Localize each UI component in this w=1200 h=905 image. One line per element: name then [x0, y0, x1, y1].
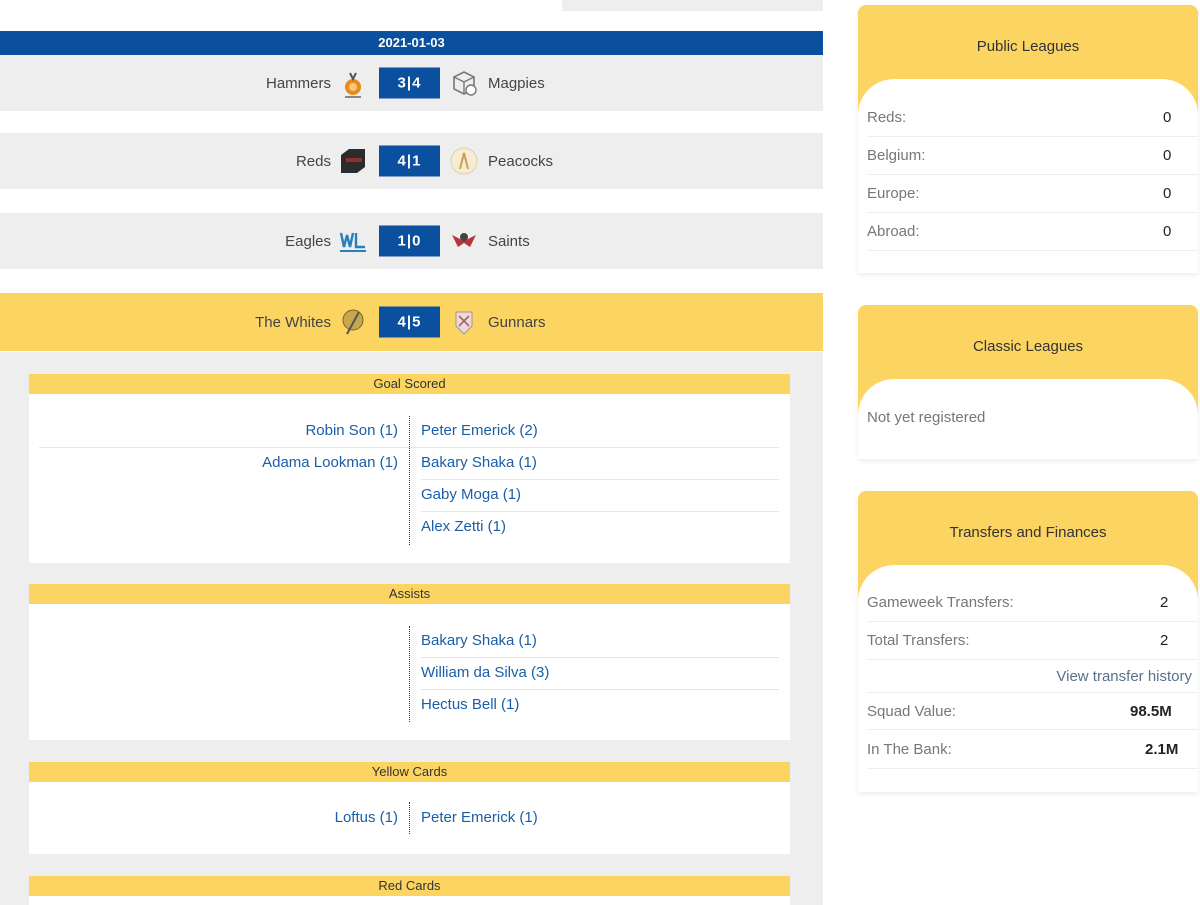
- saints-crest-icon: [452, 233, 476, 247]
- classic-leagues-title: Classic Leagues: [972, 338, 1084, 355]
- league-row[interactable]: Reds: 0: [867, 99, 1198, 137]
- away-team: Magpies: [488, 74, 545, 92]
- assist-player-away[interactable]: Hectus Bell (1): [421, 689, 519, 721]
- away-team: Saints: [488, 232, 530, 250]
- home-team: Reds: [295, 152, 331, 170]
- transfers-card: Transfers and Finances Gameweek Transfer…: [858, 491, 1198, 792]
- league-row[interactable]: Abroad: 0: [867, 213, 1198, 251]
- hammers-crest-icon: [345, 72, 361, 98]
- league-rank: 0: [1163, 223, 1172, 240]
- top-panel-edge: [562, 0, 823, 11]
- league-label: Abroad:: [867, 223, 920, 240]
- fixtures-column: 2021-01-03 Hammers 3|4 Magpies Reds 4|1 …: [0, 0, 823, 905]
- league-rank: 0: [1163, 147, 1172, 164]
- match-score[interactable]: 4|1: [379, 145, 440, 177]
- goal-scorer-home[interactable]: Robin Son (1): [305, 415, 398, 447]
- assist-player-away[interactable]: William da Silva (3): [421, 657, 549, 689]
- match-row-selected[interactable]: The Whites 4|5 Gunnars: [0, 293, 823, 351]
- view-transfer-history-link[interactable]: View transfer history: [1056, 668, 1192, 685]
- goal-scorer-away[interactable]: Alex Zetti (1): [421, 511, 506, 543]
- match-score[interactable]: 3|4: [379, 67, 440, 99]
- league-row[interactable]: Europe: 0: [867, 175, 1198, 213]
- squad-value-row: Squad Value: 98.5M: [867, 692, 1198, 730]
- gameweek-transfers-value: 2: [1160, 594, 1169, 611]
- match-score[interactable]: 1|0: [379, 225, 440, 257]
- eagles-crest-icon: [339, 232, 366, 252]
- not-registered-text: Not yet registered: [867, 409, 986, 426]
- squad-value-label: Squad Value:: [867, 703, 956, 720]
- classic-leagues-card: Classic Leagues Not yet registered: [858, 305, 1198, 459]
- yellow-cards-panel: Yellow Cards Loftus (1) Peter Emerick (1…: [29, 762, 790, 854]
- goals-title: Goal Scored: [29, 374, 790, 394]
- assists-panel: Assists Bakary Shaka (1) William da Silv…: [29, 584, 790, 740]
- red-cards-title: Red Cards: [29, 876, 790, 896]
- total-transfers-value: 2: [1160, 632, 1169, 649]
- public-leagues-title: Public Leagues: [976, 38, 1080, 55]
- gameweek-transfers-row: Gameweek Transfers: 2: [867, 584, 1198, 622]
- away-team: Peacocks: [488, 152, 554, 170]
- transfers-title: Transfers and Finances: [949, 524, 1107, 541]
- match-row[interactable]: Hammers 3|4 Magpies: [0, 55, 823, 111]
- assists-title: Assists: [29, 584, 790, 604]
- league-rank: 0: [1163, 185, 1172, 202]
- match-score[interactable]: 4|5: [379, 306, 440, 338]
- home-team: The Whites: [255, 313, 331, 331]
- gunnars-crest-icon: [455, 311, 473, 335]
- league-label: Reds:: [867, 109, 907, 126]
- goals-panel: Goal Scored Robin Son (1) Adama Lookman …: [29, 374, 790, 563]
- squad-value: 98.5M: [1130, 703, 1172, 720]
- match-row[interactable]: Eagles 1|0 Saints: [0, 213, 823, 269]
- classic-leagues-message: Not yet registered: [867, 399, 1198, 437]
- away-team: Gunnars: [488, 313, 546, 331]
- reds-crest-icon: [341, 149, 365, 173]
- whites-crest-icon: [342, 309, 364, 335]
- home-team: Eagles: [285, 232, 331, 250]
- public-leagues-card: Public Leagues Reds: 0 Belgium: 0 Europe…: [858, 5, 1198, 273]
- match-details: Goal Scored Robin Son (1) Adama Lookman …: [0, 352, 823, 905]
- league-label: Europe:: [867, 185, 920, 202]
- league-label: Belgium:: [867, 147, 926, 164]
- goal-scorer-away[interactable]: Gaby Moga (1): [421, 479, 521, 511]
- league-row[interactable]: Belgium: 0: [867, 137, 1198, 175]
- peacocks-crest-icon: [450, 147, 478, 175]
- in-the-bank-label: In The Bank:: [867, 741, 952, 758]
- gameweek-transfers-label: Gameweek Transfers:: [867, 594, 1014, 611]
- total-transfers-label: Total Transfers:: [867, 632, 970, 649]
- in-the-bank-row: In The Bank: 2.1M: [867, 731, 1198, 769]
- league-rank: 0: [1163, 109, 1172, 126]
- date-header: 2021-01-03: [0, 31, 823, 55]
- match-row[interactable]: Reds 4|1 Peacocks: [0, 133, 823, 189]
- goal-scorer-home[interactable]: Adama Lookman (1): [262, 447, 398, 479]
- total-transfers-row: Total Transfers: 2: [867, 622, 1198, 660]
- goal-scorer-away[interactable]: Bakary Shaka (1): [421, 447, 537, 479]
- yellow-card-home[interactable]: Loftus (1): [335, 802, 398, 834]
- yellow-cards-title: Yellow Cards: [29, 762, 790, 782]
- red-cards-panel: Red Cards: [29, 876, 790, 905]
- goal-scorer-away[interactable]: Peter Emerick (2): [421, 415, 538, 447]
- assist-player-away[interactable]: Bakary Shaka (1): [421, 625, 537, 657]
- yellow-card-away[interactable]: Peter Emerick (1): [421, 802, 538, 834]
- magpies-crest-icon: [453, 71, 477, 96]
- home-team: Hammers: [265, 74, 331, 92]
- in-the-bank-value: 2.1M: [1145, 741, 1179, 758]
